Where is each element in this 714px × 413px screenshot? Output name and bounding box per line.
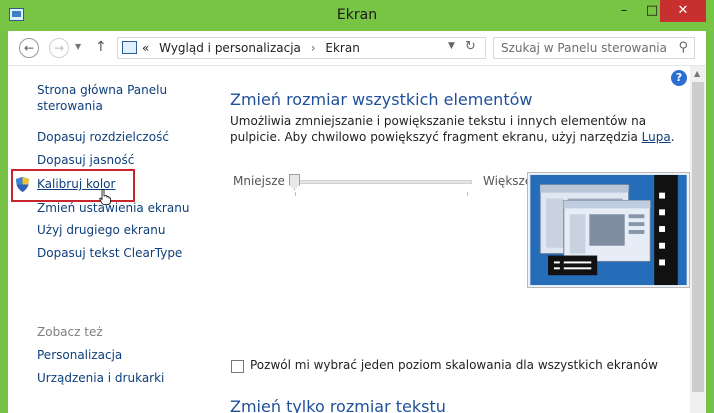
sidebar-item-devices-printers[interactable]: Urządzenia i drukarki	[37, 371, 164, 385]
sidebar-item-adjust-resolution[interactable]: Dopasuj rozdzielczość	[37, 130, 169, 144]
magnifier-link[interactable]: Lupa	[642, 130, 671, 144]
title-bar: Ekran – □ ✕	[0, 0, 714, 31]
sidebar: Strona główna Panelu sterowania Dopasuj …	[8, 66, 203, 413]
vertical-scrollbar[interactable]: ▲	[690, 66, 706, 413]
sidebar-item-personalization[interactable]: Personalizacja	[37, 348, 122, 362]
search-placeholder: Szukaj w Panelu sterowania	[501, 41, 667, 55]
slider-max-label: Większe	[483, 174, 533, 188]
breadcrumb: « Wygląd i personalizacja › Ekran	[142, 41, 360, 55]
display-preview-image	[527, 172, 690, 288]
sidebar-item-adjust-brightness[interactable]: Dopasuj jasność	[37, 153, 134, 167]
scroll-up-icon[interactable]: ▲	[694, 69, 700, 78]
slider-min-label: Mniejsze	[233, 174, 285, 188]
description-text: Umożliwia zmniejszanie i powiększanie te…	[230, 114, 647, 144]
scaling-checkbox[interactable]	[231, 360, 244, 373]
navigation-bar: ← → ▼ ↑ « Wygląd i personalizacja › Ekra…	[8, 31, 706, 66]
sidebar-item-change-display-settings[interactable]: Zmień ustawienia ekranu	[37, 201, 189, 215]
change-text-size-heading: Zmień tylko rozmiar tekstu	[230, 397, 446, 413]
close-button[interactable]: ✕	[660, 0, 706, 22]
up-button[interactable]: ↑	[95, 39, 107, 55]
size-slider-thumb[interactable]	[289, 174, 300, 190]
forward-button[interactable]: →	[49, 38, 69, 58]
see-also-title: Zobacz też	[37, 325, 103, 339]
breadcrumb-item-appearance[interactable]: Wygląd i personalizacja	[159, 41, 301, 55]
control-panel-icon	[122, 41, 137, 54]
refresh-icon[interactable]: ↻	[465, 39, 476, 54]
description: Umożliwia zmniejszanie i powiększanie te…	[230, 113, 680, 145]
scaling-checkbox-label[interactable]: Pozwól mi wybrać jeden poziom skalowania…	[250, 358, 658, 372]
search-input[interactable]: Szukaj w Panelu sterowania ⚲	[493, 37, 695, 59]
window-frame-right	[706, 31, 714, 413]
window: Ekran – □ ✕ ← → ▼ ↑ « Wygląd i personali…	[0, 0, 714, 413]
shield-icon	[16, 177, 29, 192]
help-icon[interactable]: ?	[671, 70, 687, 86]
content-area: Strona główna Panelu sterowania Dopasuj …	[8, 66, 706, 413]
search-icon[interactable]: ⚲	[678, 40, 688, 55]
sidebar-item-control-panel-home[interactable]: Strona główna Panelu sterowania	[37, 82, 187, 114]
slider-tick	[467, 192, 468, 196]
scrollbar-thumb[interactable]	[692, 82, 704, 392]
breadcrumb-item-display[interactable]: Ekran	[325, 41, 359, 55]
description-end: .	[670, 130, 675, 144]
page-title: Zmień rozmiar wszystkich elementów	[230, 90, 533, 109]
address-dropdown-icon[interactable]: ▼	[448, 41, 455, 51]
breadcrumb-overflow[interactable]: «	[142, 41, 149, 55]
address-bar[interactable]: « Wygląd i personalizacja › Ekran ▼ ↻	[117, 37, 486, 59]
back-button[interactable]: ←	[19, 38, 39, 58]
slider-tick	[295, 192, 296, 196]
window-title: Ekran	[336, 7, 378, 23]
sidebar-item-project-second-screen[interactable]: Użyj drugiego ekranu	[37, 223, 165, 237]
recent-pages-dropdown-icon[interactable]: ▼	[75, 42, 81, 51]
minimize-button[interactable]: –	[610, 0, 638, 22]
size-slider[interactable]	[291, 180, 472, 184]
sidebar-item-adjust-cleartype[interactable]: Dopasuj tekst ClearType	[37, 246, 182, 260]
window-frame-left	[0, 31, 8, 413]
breadcrumb-separator[interactable]: ›	[311, 41, 316, 55]
